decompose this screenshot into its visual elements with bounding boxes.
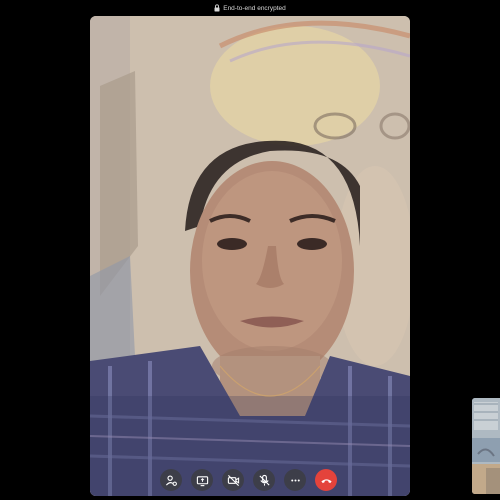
encryption-banner: End-to-end encrypted (0, 2, 500, 14)
lock-icon (214, 4, 220, 12)
end-call-button[interactable] (315, 469, 337, 491)
encryption-label: End-to-end encrypted (223, 4, 286, 12)
mute-button[interactable] (253, 469, 275, 491)
video-off-icon (227, 474, 239, 486)
phone-hangup-icon (320, 478, 332, 483)
share-screen-button[interactable] (191, 469, 213, 491)
remote-video-image (90, 16, 410, 496)
video-call-window: End-to-end encrypted (0, 0, 500, 500)
call-controls (160, 469, 337, 491)
self-view-image (472, 398, 500, 494)
person-settings-icon (165, 474, 177, 486)
mic-off-icon (258, 474, 270, 486)
camera-off-button[interactable] (222, 469, 244, 491)
screen-share-icon (196, 475, 208, 486)
more-options-button[interactable] (284, 469, 306, 491)
participants-button[interactable] (160, 469, 182, 491)
remote-video-feed[interactable] (90, 16, 410, 496)
self-view-thumbnail[interactable] (472, 398, 500, 494)
more-dots-icon (290, 478, 300, 482)
